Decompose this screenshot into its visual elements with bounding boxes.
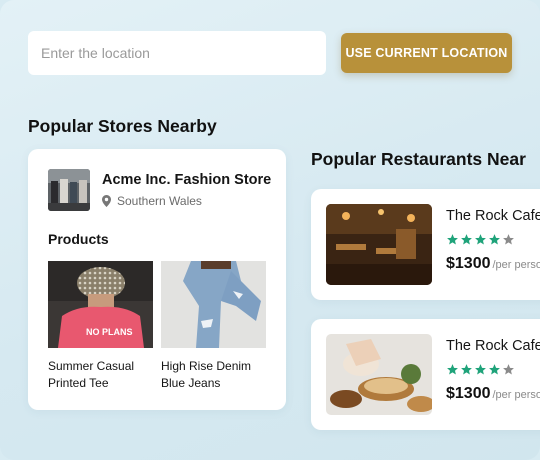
product-image-jeans bbox=[161, 261, 266, 348]
star-icon bbox=[503, 234, 514, 245]
store-location: Southern Wales bbox=[102, 194, 202, 208]
rating-stars bbox=[446, 363, 515, 376]
restaurant-card[interactable]: The Rock Cafe $1300 /per person bbox=[311, 319, 540, 430]
star-icon bbox=[489, 364, 500, 375]
svg-text:NO PLANS: NO PLANS bbox=[86, 327, 133, 337]
store-thumbnail bbox=[48, 169, 90, 211]
product-image-tee: NO PLANS bbox=[48, 261, 153, 348]
product-name-line1: High Rise Denim bbox=[161, 359, 252, 373]
stores-section-title: Popular Stores Nearby bbox=[28, 116, 217, 136]
store-card[interactable]: Acme Inc. Fashion Store Southern Wales P… bbox=[28, 149, 286, 410]
product-name-line1: Summer Casual bbox=[48, 359, 135, 373]
restaurant-card[interactable]: The Rock Cafe $1300 /per person bbox=[311, 189, 540, 300]
price-amount: $1300 bbox=[446, 255, 491, 272]
price-unit: /per person bbox=[492, 259, 540, 271]
location-input[interactable] bbox=[28, 31, 326, 75]
product-name-line2: Blue Jeans bbox=[161, 376, 221, 390]
price-unit: /per person bbox=[492, 389, 540, 401]
restaurant-image bbox=[326, 204, 432, 285]
star-icon bbox=[503, 364, 514, 375]
star-icon bbox=[447, 234, 458, 245]
rating-stars bbox=[446, 233, 515, 246]
restaurants-section-title: Popular Restaurants Near bbox=[311, 149, 526, 169]
store-name[interactable]: Acme Inc. Fashion Store bbox=[102, 172, 271, 188]
restaurant-image bbox=[326, 334, 432, 415]
app-canvas: USE CURRENT LOCATION Popular Stores Near… bbox=[0, 0, 540, 460]
use-current-location-button[interactable]: USE CURRENT LOCATION bbox=[341, 33, 512, 73]
restaurant-price: $1300 /per person bbox=[446, 255, 540, 273]
restaurant-name[interactable]: The Rock Cafe bbox=[446, 338, 540, 354]
product-name-line2: Printed Tee bbox=[48, 376, 109, 390]
star-icon bbox=[475, 234, 486, 245]
star-icon bbox=[461, 234, 472, 245]
price-amount: $1300 bbox=[446, 385, 491, 402]
star-icon bbox=[461, 364, 472, 375]
product-card[interactable]: High Rise Denim Blue Jeans bbox=[161, 261, 266, 392]
restaurant-name[interactable]: The Rock Cafe bbox=[446, 208, 540, 224]
star-icon bbox=[475, 364, 486, 375]
restaurant-price: $1300 /per person bbox=[446, 385, 540, 403]
products-title: Products bbox=[48, 231, 109, 247]
store-location-text: Southern Wales bbox=[117, 194, 202, 208]
product-card[interactable]: NO PLANS Summer Casual Printed Tee bbox=[48, 261, 153, 392]
star-icon bbox=[489, 234, 500, 245]
star-icon bbox=[447, 364, 458, 375]
location-pin-icon bbox=[102, 195, 111, 207]
